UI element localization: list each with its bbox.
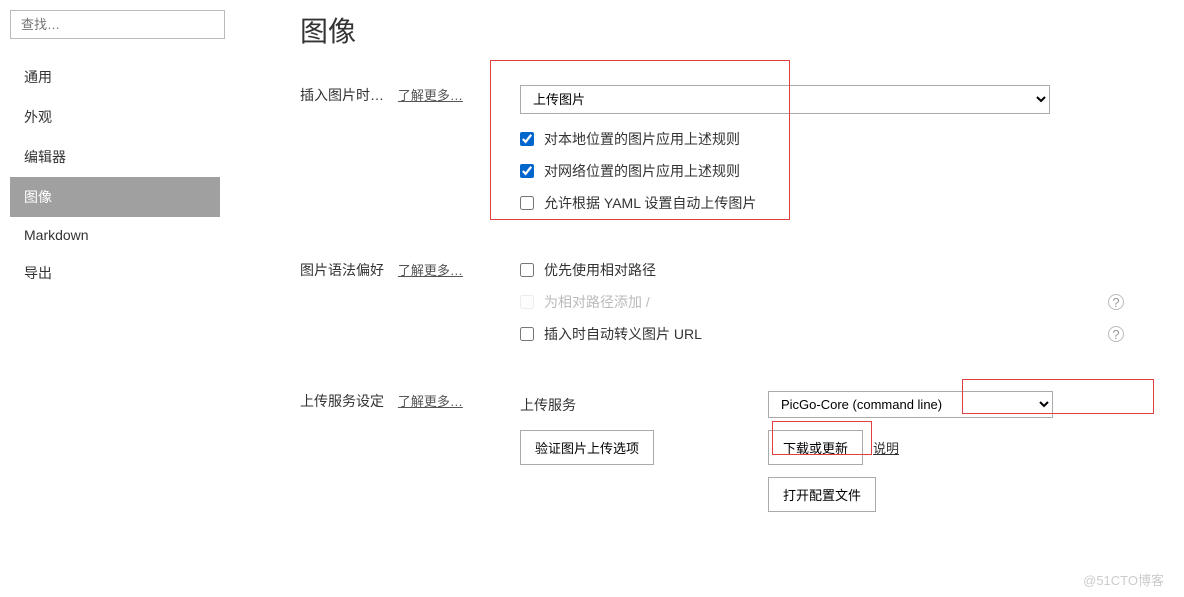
- sidebar-item-image[interactable]: 图像: [10, 177, 220, 217]
- add-slash-checkbox: [520, 295, 534, 309]
- sidebar-item-export[interactable]: 导出: [10, 253, 220, 293]
- help-icon[interactable]: ?: [1108, 294, 1124, 310]
- sidebar-item-markdown[interactable]: Markdown: [10, 217, 220, 253]
- allow-yaml-checkbox[interactable]: [520, 196, 534, 210]
- explain-link[interactable]: 说明: [873, 438, 899, 457]
- escape-url-label: 插入时自动转义图片 URL: [544, 324, 702, 344]
- apply-network-checkbox[interactable]: [520, 164, 534, 178]
- upload-settings-label: 上传服务设定: [300, 393, 384, 409]
- insert-learn-more-link[interactable]: 了解更多…: [398, 88, 463, 103]
- escape-url-checkbox[interactable]: [520, 327, 534, 341]
- sidebar-item-appearance[interactable]: 外观: [10, 97, 220, 137]
- verify-upload-button[interactable]: 验证图片上传选项: [520, 430, 654, 465]
- apply-network-label: 对网络位置的图片应用上述规则: [544, 161, 740, 181]
- upload-learn-more-link[interactable]: 了解更多…: [398, 394, 463, 409]
- relative-path-label: 优先使用相对路径: [544, 260, 656, 280]
- insert-label: 插入图片时…: [300, 87, 384, 103]
- add-slash-label: 为相对路径添加 /: [544, 292, 650, 312]
- sidebar-item-general[interactable]: 通用: [10, 57, 220, 97]
- search-input[interactable]: [10, 10, 225, 39]
- apply-local-checkbox[interactable]: [520, 132, 534, 146]
- upload-service-select[interactable]: PicGo-Core (command line): [768, 391, 1053, 418]
- syntax-label: 图片语法偏好: [300, 262, 384, 278]
- sidebar-item-editor[interactable]: 编辑器: [10, 137, 220, 177]
- syntax-learn-more-link[interactable]: 了解更多…: [398, 263, 463, 278]
- allow-yaml-label: 允许根据 YAML 设置自动上传图片: [544, 193, 756, 213]
- upload-service-label: 上传服务: [520, 395, 768, 415]
- relative-path-checkbox[interactable]: [520, 263, 534, 277]
- help-icon[interactable]: ?: [1108, 326, 1124, 342]
- watermark: @51CTO博客: [1083, 570, 1164, 589]
- download-update-button[interactable]: 下载或更新: [768, 430, 863, 465]
- insert-action-select[interactable]: 上传图片: [520, 85, 1050, 114]
- page-title: 图像: [300, 10, 1154, 50]
- apply-local-label: 对本地位置的图片应用上述规则: [544, 129, 740, 149]
- open-config-button[interactable]: 打开配置文件: [768, 477, 876, 512]
